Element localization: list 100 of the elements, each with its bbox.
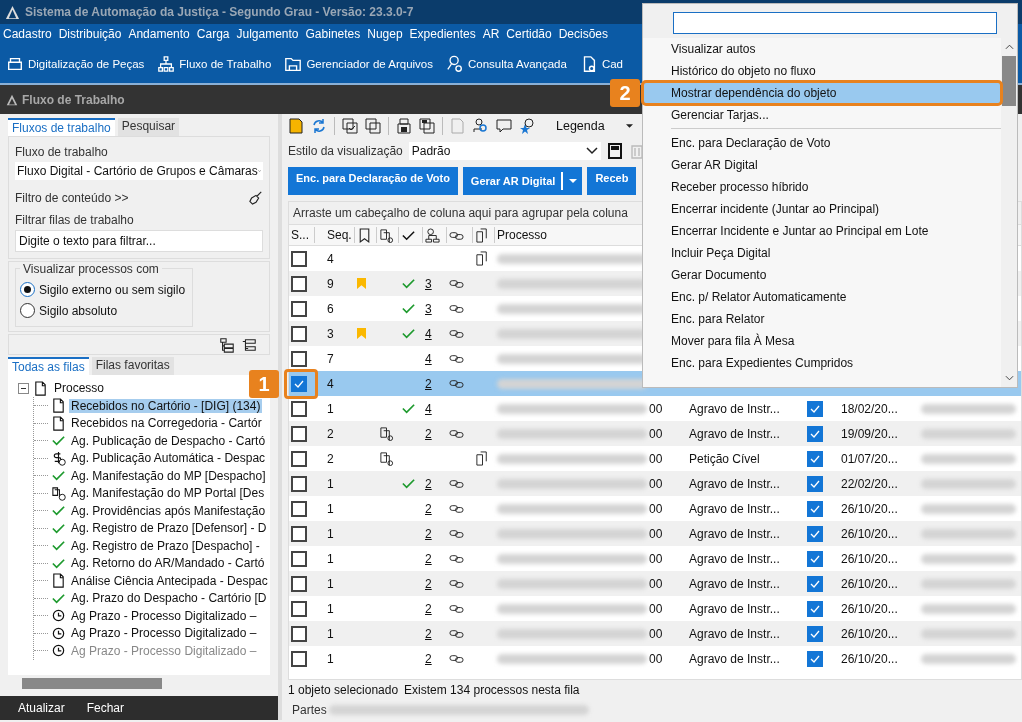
table-checkbox[interactable] [807,475,823,492]
column-header[interactable]: Processo [497,228,548,242]
refresh-icon[interactable] [311,118,327,134]
table-checkbox[interactable] [807,425,823,442]
count-link[interactable]: 2 [425,601,432,616]
row-checkbox[interactable] [291,600,307,617]
action-button[interactable]: Gerar AR Digital [462,167,583,195]
row-checkbox[interactable] [291,325,307,342]
count-link[interactable]: 2 [425,376,432,391]
expand-tree-icon[interactable] [219,337,235,353]
table-checkbox[interactable] [807,525,823,542]
count-link[interactable]: 2 [425,426,432,441]
row-checkbox[interactable] [291,425,307,442]
count-link[interactable]: 3 [425,276,432,291]
table-checkbox[interactable] [807,600,823,617]
tree-item[interactable]: Ag. Manifestação do MP [Despacho] [69,468,268,483]
view-style-dropdown[interactable]: Padrão [408,142,601,160]
menu-item[interactable]: AR [482,27,500,41]
row-checkbox[interactable] [291,575,307,592]
comment-icon[interactable] [496,118,512,134]
table-checkbox[interactable] [807,575,823,592]
count-link[interactable]: 2 [425,626,432,641]
row-checkbox[interactable] [291,625,307,642]
tree-item[interactable]: Ag. Publicação Automática - Despac [69,451,268,466]
broom-icon[interactable] [249,191,263,205]
scrollbar-thumb[interactable] [1002,56,1016,106]
menu-item[interactable]: Distribuição [58,27,122,41]
menu-item[interactable]: Enc. para Relator [643,308,1001,330]
count-link[interactable]: 4 [425,326,432,341]
menu-item[interactable]: Gerenciar Tarjas... [643,104,1001,126]
bookmark-icon[interactable] [357,227,372,243]
row-checkbox[interactable] [291,400,307,417]
scroll-up-icon[interactable] [1004,44,1014,50]
tree-item[interactable]: Processo [52,381,107,395]
tree-item[interactable]: Ag Prazo - Processo Digitalizado – [69,626,259,641]
save-icon[interactable] [396,118,412,134]
row-checkbox[interactable] [291,375,307,392]
row-checkbox[interactable] [291,250,307,267]
table-checkbox[interactable] [807,625,823,642]
menu-item[interactable]: Enc. para Declaração de Voto [643,132,1001,154]
column-header[interactable]: S... [291,228,309,242]
row-checkbox[interactable] [291,475,307,492]
star-icon[interactable] [519,118,535,134]
menu-item[interactable]: Receber processo híbrido [643,176,1001,198]
count-link[interactable]: 2 [425,526,432,541]
collapse-tree-icon[interactable] [241,337,257,353]
toolbar-button[interactable]: Consulta Avançada [446,54,567,73]
menu-item[interactable]: Visualizar autos [643,38,1001,60]
table-checkbox[interactable] [807,450,823,467]
table-checkbox[interactable] [807,500,823,517]
folder-icon[interactable] [288,118,304,134]
search-person-icon[interactable] [473,118,489,134]
caret-icon[interactable] [625,124,633,128]
tree-item[interactable]: Análise Ciência Antecipada - Despac [69,573,270,588]
count-link[interactable]: 2 [425,576,432,591]
select-all-icon[interactable] [342,118,358,134]
tree-item[interactable]: Ag. Providências após Manifestação [69,503,268,518]
legend-dropdown[interactable]: Legenda [556,119,605,133]
scrollbar-thumb[interactable] [22,678,162,689]
toolbar-button[interactable]: Gerenciador de Arquivos [284,54,433,73]
panel-tab[interactable]: Pesquisar [117,118,180,136]
count-link[interactable]: 2 [425,551,432,566]
menu-item[interactable]: Decisões [558,27,609,41]
content-filter-link[interactable]: Filtro de conteúdo >> [15,191,129,205]
queue-tab[interactable]: Filas favoritas [91,357,174,375]
menu-item[interactable]: Carga [196,27,230,41]
count-link[interactable]: 3 [425,301,432,316]
menu-search-field[interactable] [673,12,997,34]
count-link[interactable]: 4 [425,351,432,366]
menu-item[interactable]: Enc. p/ Relator Automaticamente [643,286,1001,308]
menu-item[interactable]: Enc. para Expedientes Cumpridos [643,352,1001,374]
table-checkbox[interactable] [807,650,823,667]
filter-input[interactable]: Digite o texto para filtrar... [15,230,263,252]
row-checkbox[interactable] [291,350,307,367]
radio-label[interactable]: Sigilo absoluto [39,303,118,318]
toolbar-button[interactable]: Digitalização de Peças [6,54,145,73]
tree-item[interactable]: Ag. Manifestação do MP Portal [Des [69,486,267,501]
tree-item[interactable]: Ag. Retorno do AR/Mandado - Cartó [69,556,267,571]
menu-item[interactable]: Gerar Documento [643,264,1001,286]
menu-item[interactable]: Mover para fila À Mesa [643,330,1001,352]
count-link[interactable]: 2 [425,501,432,516]
menu-item[interactable]: Histórico do objeto no fluxo [643,60,1001,82]
menu-item[interactable]: Mostrar dependência do objeto [643,82,1001,104]
action-button[interactable]: Enc. para Declaração de Voto [288,167,458,195]
count-link[interactable]: 2 [425,651,432,666]
panel-tab[interactable]: Fluxos de trabalho [8,118,115,136]
action-button[interactable]: Receb [587,167,637,195]
menu-item[interactable]: Gerar AR Digital [643,154,1001,176]
clip-document-icon[interactable] [379,227,394,243]
tree-item[interactable]: Ag Prazo - Processo Digitalizado – [69,608,259,623]
count-link[interactable]: 4 [425,401,432,416]
toolbar-button[interactable]: Cad [579,54,623,73]
radio-button[interactable] [20,282,35,297]
menu-item[interactable]: Incluir Peça Digital [643,242,1001,264]
row-checkbox[interactable] [291,650,307,667]
queue-tab[interactable]: Todas as filas [8,357,89,375]
scrollbar[interactable] [1001,38,1017,387]
menu-item[interactable]: Andamento [128,27,190,41]
footer-button[interactable]: Atualizar [18,701,65,715]
tree-item[interactable]: Recebidos no Cartório - [DIG] (134) [69,398,263,413]
